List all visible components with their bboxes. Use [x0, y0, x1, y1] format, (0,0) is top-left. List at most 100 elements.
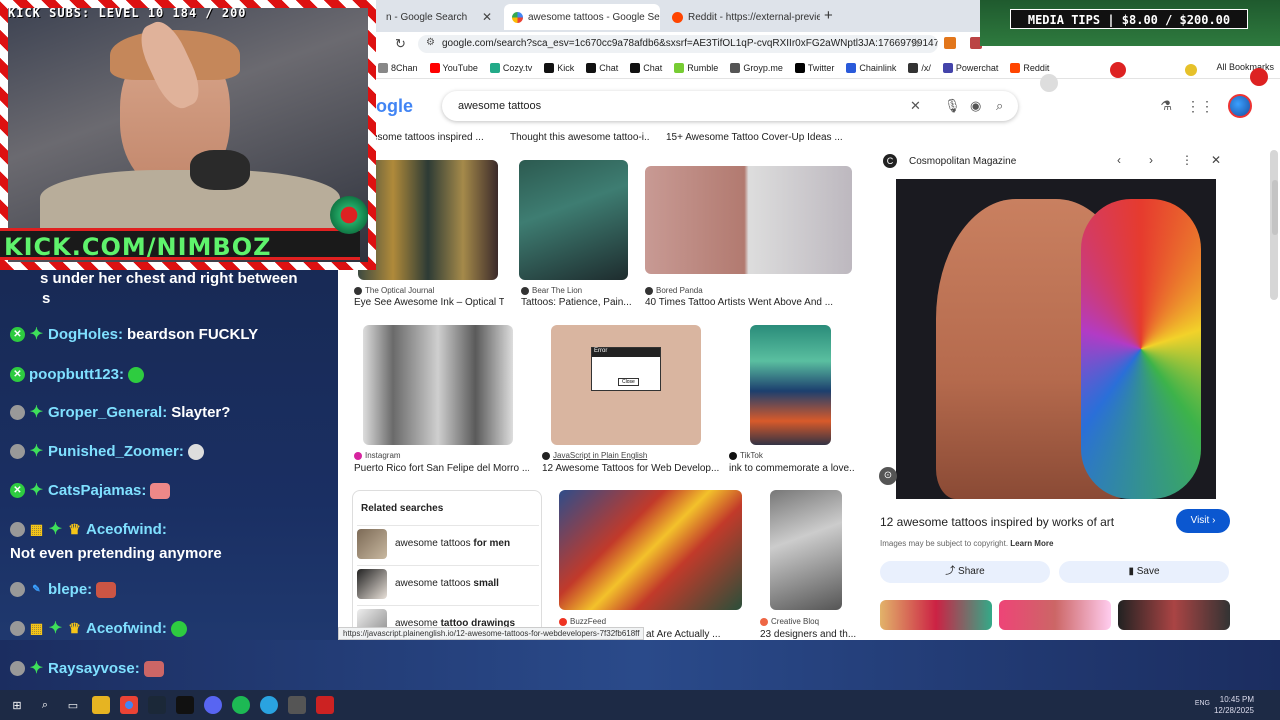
bookmark-chainlink[interactable]: Chainlink: [846, 62, 896, 73]
error-dialog: Error Close: [591, 347, 661, 391]
copyright-notice: Images may be subject to copyright. Lear…: [880, 539, 1054, 548]
system-clock[interactable]: 10:45 PM 12/28/2025: [1214, 694, 1254, 716]
star-icon[interactable]: ☆: [910, 36, 921, 50]
result-title[interactable]: Tattoos: Patience, Pain...: [521, 297, 631, 308]
lens-icon[interactable]: ⊙: [879, 467, 897, 485]
new-tab-button[interactable]: +: [824, 7, 833, 24]
bookmark-chat-2[interactable]: Chat: [630, 62, 662, 73]
result-image-tiktok[interactable]: ▶: [750, 325, 831, 445]
telegram-icon[interactable]: [260, 696, 278, 714]
result-title[interactable]: Eye See Awesome Ink – Optical T...: [354, 297, 504, 308]
result-image-buzzfeed[interactable]: [559, 490, 742, 610]
language-indicator[interactable]: ENG: [1195, 700, 1210, 707]
labs-flask-icon[interactable]: ⚗: [1160, 98, 1172, 114]
related-thumb[interactable]: [1118, 600, 1230, 630]
result-image-optical-journal[interactable]: [358, 160, 498, 280]
camera-icon[interactable]: ◉: [970, 98, 981, 114]
bookmark-cozytv[interactable]: Cozy.tv: [489, 62, 532, 73]
bookmark-rumble[interactable]: Rumble: [674, 62, 718, 73]
bookmark-youtube[interactable]: YouTube: [429, 62, 478, 73]
site-info-icon[interactable]: ⚙: [426, 37, 435, 48]
visit-button[interactable]: Visit ›: [1176, 509, 1230, 533]
chat-message: ✕ ✦ DogHoles: beardson FUCKLY: [10, 326, 258, 343]
preview-image[interactable]: [896, 179, 1216, 499]
start-icon[interactable]: ⊞: [8, 696, 26, 714]
bookmark-kick[interactable]: Kick: [544, 62, 574, 73]
previous-icon[interactable]: ‹: [1117, 153, 1121, 167]
result-image-bored-panda[interactable]: [645, 166, 852, 274]
result-title[interactable]: Thought this awesome tattoo-i...: [510, 132, 650, 143]
apps-grid-icon[interactable]: ⋮⋮: [1186, 98, 1214, 115]
emote-icon: [128, 366, 144, 383]
search-icon[interactable]: ⌕: [36, 696, 54, 714]
result-source[interactable]: Bear The Lion: [521, 286, 582, 295]
bookmark-8chan[interactable]: 8Chan: [378, 62, 418, 73]
panel-title[interactable]: 12 awesome tattoos inspired by works of …: [880, 515, 1114, 529]
obs-icon[interactable]: [316, 696, 334, 714]
image-preview-panel: C Cosmopolitan Magazine ‹ › ⋮ ✕ ⊙ 12 awe…: [869, 145, 1249, 630]
clear-icon[interactable]: ✕: [910, 98, 921, 114]
chrome-icon[interactable]: [120, 696, 138, 714]
close-icon[interactable]: ✕: [482, 10, 492, 24]
result-source[interactable]: Instagram: [354, 451, 401, 460]
result-image-creative-bloq[interactable]: [770, 490, 842, 610]
learn-more-link[interactable]: Learn More: [1010, 539, 1053, 548]
result-title[interactable]: ink to commemorate a love...: [729, 463, 854, 474]
microphone-icon[interactable]: 🎙: [944, 98, 961, 114]
diamond-icon: ✦: [29, 443, 44, 460]
spotify-icon[interactable]: [232, 696, 250, 714]
close-panel-icon[interactable]: ✕: [1211, 153, 1221, 167]
related-thumb[interactable]: [999, 600, 1111, 630]
result-source[interactable]: TikTok: [729, 451, 763, 460]
related-item-small[interactable]: awesome tattoos small: [357, 565, 539, 601]
result-image-bear-the-lion[interactable]: [519, 160, 628, 280]
panel-source[interactable]: Cosmopolitan Magazine: [909, 156, 1016, 167]
tab-reddit[interactable]: Reddit - https://external-previe✕: [664, 4, 820, 30]
discord-icon[interactable]: [204, 696, 222, 714]
media-tips-overlay: MEDIA TIPS | $8.00 / $200.00: [980, 0, 1280, 100]
result-image-javascript-plain-english[interactable]: Error Close: [551, 325, 701, 445]
steam-icon[interactable]: [148, 696, 166, 714]
tab-google-search[interactable]: n - Google Search ✕: [378, 4, 500, 30]
share-button[interactable]: ⤴ Share: [880, 561, 1050, 583]
kick-subs-goal: KICK SUBS: LEVEL 10 184 / 200: [8, 6, 247, 20]
result-source[interactable]: BuzzFeed: [559, 617, 606, 626]
result-source[interactable]: Bored Panda: [645, 286, 703, 295]
page-scrollbar[interactable]: [1272, 180, 1278, 235]
task-view-icon[interactable]: ▭: [64, 696, 82, 714]
result-source[interactable]: Creative Bloq: [760, 617, 819, 626]
pencil-icon: ✎: [32, 584, 41, 595]
google-logo[interactable]: ogle: [376, 96, 413, 117]
reload-icon[interactable]: ↻: [395, 36, 406, 52]
result-title[interactable]: esome tattoos inspired ...: [372, 132, 512, 143]
result-title[interactable]: at Are Actually ...: [646, 629, 746, 640]
result-title[interactable]: 40 Times Tattoo Artists Went Above And .…: [645, 297, 855, 308]
tab-awesome-tattoos[interactable]: awesome tattoos - Google Sea✕: [504, 4, 660, 30]
url-field[interactable]: ⚙ google.com/search?sca_esv=1c670cc9a78a…: [418, 35, 938, 53]
save-button[interactable]: ▮ Save: [1059, 561, 1229, 583]
related-item-for-men[interactable]: awesome tattoos for men: [357, 525, 539, 561]
related-thumb[interactable]: [880, 600, 992, 630]
result-title[interactable]: 15+ Awesome Tattoo Cover-Up Ideas ...: [666, 132, 846, 143]
app-icon[interactable]: [176, 696, 194, 714]
bookmark-x[interactable]: /x/: [908, 62, 931, 73]
search-input[interactable]: awesome tattoos: [458, 100, 541, 112]
result-image-instagram[interactable]: [363, 325, 513, 445]
result-title[interactable]: 23 designers and th...: [760, 629, 856, 640]
bookmark-chat-1[interactable]: Chat: [586, 62, 618, 73]
more-options-icon[interactable]: ⋮: [1181, 153, 1193, 167]
result-title[interactable]: Puerto Rico fort San Felipe del Morro ..…: [354, 463, 529, 474]
search-icon[interactable]: ⌕: [996, 98, 1003, 114]
avatar-badge-icon: [10, 582, 25, 597]
result-title[interactable]: 12 Awesome Tattoos for Web Develop...: [542, 463, 722, 474]
result-source[interactable]: The Optical Journal: [354, 286, 434, 295]
result-source[interactable]: JavaScript in Plain English: [542, 451, 647, 460]
bookmark-twitter[interactable]: Twitter: [794, 62, 834, 73]
next-icon[interactable]: ›: [1149, 153, 1153, 167]
metamask-extension-icon[interactable]: [944, 37, 956, 49]
app-icon[interactable]: [288, 696, 306, 714]
file-explorer-icon[interactable]: [92, 696, 110, 714]
search-box[interactable]: awesome tattoos ✕ 🎙 ◉ ⌕: [442, 91, 1018, 121]
gift-icon: ▦: [29, 620, 44, 636]
bookmark-groyp[interactable]: Groyp.me: [730, 62, 783, 73]
